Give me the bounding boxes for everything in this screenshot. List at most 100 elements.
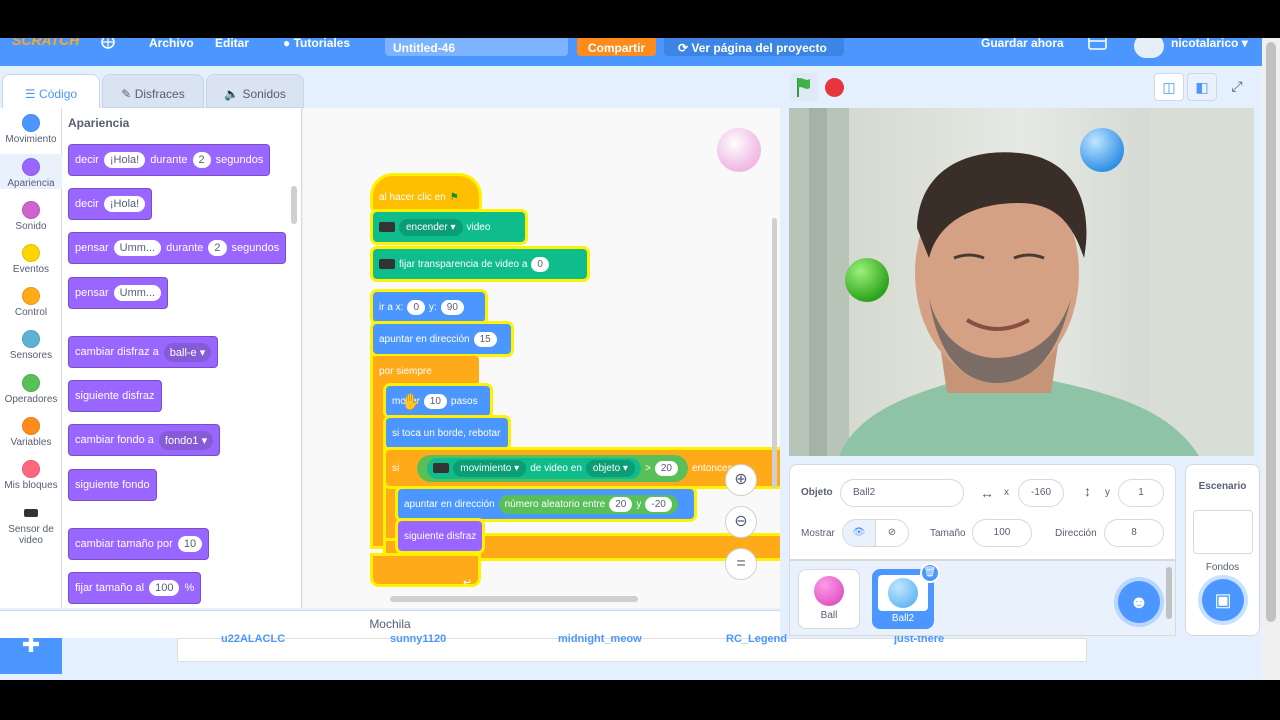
share-button[interactable]: Compartir bbox=[577, 38, 656, 56]
steps-input[interactable]: 10 bbox=[423, 393, 447, 409]
set-video-transparency-block[interactable]: fijar transparencia de video a 0 bbox=[373, 249, 587, 279]
tab-code[interactable]: ☰ Código bbox=[2, 74, 100, 108]
category-events[interactable]: Eventos bbox=[0, 244, 62, 275]
direction-input[interactable]: 8 bbox=[1104, 519, 1164, 547]
hide-sprite-button[interactable]: ⊘ bbox=[875, 519, 909, 547]
sprite-name-input[interactable]: Ball2 bbox=[840, 479, 964, 507]
choose-backdrop-button[interactable]: ▣ bbox=[1202, 579, 1244, 621]
category-video-sensing[interactable]: Sensor de video bbox=[0, 504, 62, 546]
zoom-out-button[interactable]: ⊖ bbox=[725, 506, 757, 538]
page-scrollbar[interactable] bbox=[1262, 38, 1280, 680]
think-block[interactable]: pensar Umm... bbox=[68, 277, 169, 309]
account-menu[interactable]: nicotalarico ▾ bbox=[1171, 38, 1248, 66]
next-costume-script-block[interactable]: siguiente disfraz bbox=[398, 521, 482, 551]
sprite-card-ball[interactable]: Ball bbox=[798, 569, 860, 629]
threshold-input[interactable]: 20 bbox=[654, 460, 678, 476]
view-project-page-button[interactable]: ⟳ Ver página del proyecto bbox=[664, 38, 844, 56]
stage-selector[interactable]: Escenario Fondos ▣ bbox=[1185, 464, 1260, 636]
message-input[interactable]: Umm... bbox=[113, 285, 162, 301]
seconds-input[interactable]: 2 bbox=[192, 152, 211, 168]
choose-sprite-button[interactable]: ☻ bbox=[1118, 581, 1160, 623]
point-in-direction-block[interactable]: apuntar en dirección 15 bbox=[373, 324, 511, 354]
blue-ball-sprite[interactable] bbox=[1080, 128, 1124, 172]
fullscreen-button[interactable]: ⤢ bbox=[1222, 73, 1252, 101]
y-position-input[interactable]: 1 bbox=[1118, 479, 1164, 507]
scratch-logo[interactable]: SCRATCH bbox=[12, 38, 80, 63]
x-input[interactable]: 0 bbox=[407, 299, 426, 315]
backdrop-dropdown[interactable]: fondo1 ▾ bbox=[158, 430, 214, 450]
switch-backdrop-block[interactable]: cambiar fondo a fondo1 ▾ bbox=[68, 424, 221, 456]
delete-sprite-button[interactable]: 🗑 bbox=[920, 563, 940, 583]
y-input[interactable]: 90 bbox=[440, 299, 464, 315]
go-to-xy-block[interactable]: ir a x: 0 y: 90 bbox=[373, 292, 485, 322]
video-motion-reporter[interactable]: movimiento ▾ de video en objeto ▾ bbox=[427, 457, 641, 479]
zoom-reset-button[interactable]: = bbox=[725, 548, 757, 580]
next-backdrop-block[interactable]: siguiente fondo bbox=[68, 469, 157, 501]
palette-scrollbar[interactable] bbox=[291, 186, 297, 224]
tab-sounds[interactable]: 🔈 Sonidos bbox=[206, 74, 304, 108]
file-menu[interactable]: Archivo bbox=[149, 38, 194, 66]
category-looks[interactable]: Apariencia bbox=[0, 154, 62, 189]
switch-costume-block[interactable]: cambiar disfraz a ball-e ▾ bbox=[68, 336, 219, 368]
zoom-in-button[interactable]: ⊕ bbox=[725, 464, 757, 496]
direction-input[interactable]: 15 bbox=[473, 331, 497, 347]
category-sensing[interactable]: Sensores bbox=[0, 330, 62, 361]
bounce-on-edge-block[interactable]: si toca un borde, rebotar bbox=[386, 418, 508, 448]
size-change-input[interactable]: 10 bbox=[177, 536, 203, 552]
point-random-direction-block[interactable]: apuntar en dirección número aleatorio en… bbox=[398, 489, 694, 519]
random-min-input[interactable]: 20 bbox=[609, 496, 633, 512]
think-for-secs-block[interactable]: pensar Umm... durante 2 segundos bbox=[68, 232, 287, 264]
globe-icon[interactable] bbox=[100, 38, 122, 66]
script-area-scrollbar[interactable] bbox=[390, 596, 638, 602]
tutorials-menu[interactable]: ● Tutoriales bbox=[283, 38, 350, 66]
video-state-dropdown[interactable]: encender ▾ bbox=[399, 218, 463, 236]
seconds-input[interactable]: 2 bbox=[208, 240, 227, 256]
category-my-blocks[interactable]: Mis bloques bbox=[0, 460, 62, 491]
attribute-dropdown[interactable]: movimiento ▾ bbox=[453, 459, 527, 477]
normal-stage-button[interactable]: ◧ bbox=[1187, 73, 1217, 101]
script-area-vscrollbar[interactable] bbox=[772, 218, 777, 488]
small-stage-button[interactable]: ◫ bbox=[1154, 73, 1184, 101]
set-size-block[interactable]: fijar tamaño al 100 % bbox=[68, 572, 202, 604]
costume-dropdown[interactable]: ball-e ▾ bbox=[163, 342, 212, 362]
tab-costumes[interactable]: ✎ Disfraces bbox=[102, 74, 204, 108]
sprite-list-scrollbar[interactable] bbox=[1166, 567, 1172, 619]
size-input[interactable]: 100 bbox=[149, 580, 180, 596]
green-ball-sprite[interactable] bbox=[845, 258, 889, 302]
forever-block[interactable]: por siempre bbox=[373, 356, 479, 386]
project-title-input[interactable]: Untitled-46 bbox=[385, 38, 568, 56]
green-flag-button[interactable] bbox=[790, 73, 818, 101]
edit-menu[interactable]: Editar bbox=[215, 38, 249, 66]
page-scrollbar-thumb[interactable] bbox=[1266, 42, 1276, 622]
greater-than-operator[interactable]: movimiento ▾ de video en objeto ▾ > 20 bbox=[417, 454, 688, 482]
random-reporter[interactable]: número aleatorio entre 20 y -20 bbox=[498, 494, 678, 514]
category-sound[interactable]: Sonido bbox=[0, 201, 62, 232]
script-area[interactable]: al hacer clic en ⚑ encender ▾ video fija… bbox=[303, 108, 780, 608]
category-control[interactable]: Control bbox=[0, 287, 62, 318]
show-sprite-button[interactable]: 👁 bbox=[842, 519, 876, 547]
x-position-input[interactable]: -160 bbox=[1018, 479, 1064, 507]
if-then-block[interactable]: si movimiento ▾ de video en objeto ▾ > 2… bbox=[386, 450, 780, 486]
message-input[interactable]: Umm... bbox=[113, 240, 162, 256]
stage-canvas[interactable] bbox=[789, 108, 1254, 456]
sprite-card-ball2[interactable]: Ball2 🗑 bbox=[872, 563, 940, 629]
subject-dropdown[interactable]: objeto ▾ bbox=[585, 459, 635, 477]
category-motion[interactable]: Movimiento bbox=[0, 114, 62, 145]
turn-video-block[interactable]: encender ▾ video bbox=[373, 212, 525, 242]
next-costume-block[interactable]: siguiente disfraz bbox=[68, 380, 162, 412]
random-max-input[interactable]: -20 bbox=[645, 496, 672, 512]
category-variables[interactable]: Variables bbox=[0, 417, 62, 448]
stop-button[interactable] bbox=[825, 78, 844, 97]
save-now-button[interactable]: Guardar ahora bbox=[981, 38, 1064, 66]
message-input[interactable]: ¡Hola! bbox=[103, 152, 146, 168]
category-operators[interactable]: Operadores bbox=[0, 374, 62, 405]
my-stuff-icon[interactable] bbox=[1088, 38, 1108, 66]
avatar[interactable] bbox=[1134, 38, 1164, 58]
transparency-input[interactable]: 0 bbox=[531, 256, 549, 272]
when-flag-clicked-block[interactable]: al hacer clic en ⚑ bbox=[373, 176, 479, 210]
say-block[interactable]: decir ¡Hola! bbox=[68, 188, 153, 220]
message-input[interactable]: ¡Hola! bbox=[103, 196, 146, 212]
say-for-secs-block[interactable]: decir ¡Hola! durante 2 segundos bbox=[68, 144, 271, 176]
change-size-block[interactable]: cambiar tamaño por 10 bbox=[68, 528, 210, 560]
size-input[interactable]: 100 bbox=[972, 519, 1032, 547]
